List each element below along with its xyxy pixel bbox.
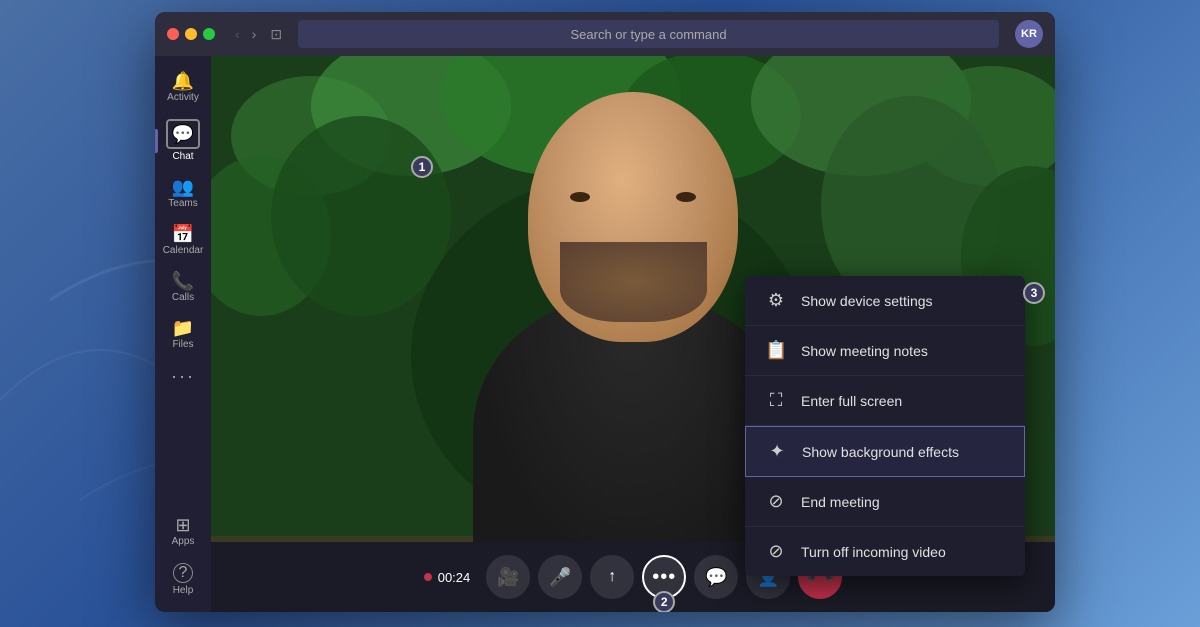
activity-icon: 🔔 <box>172 72 194 90</box>
menu-item-meeting-notes[interactable]: 📋 Show meeting notes <box>745 326 1025 376</box>
gear-icon: ⚙ <box>765 290 787 311</box>
notes-icon: 📋 <box>765 340 787 361</box>
person-right-eye <box>676 192 696 202</box>
sidebar-item-files[interactable]: 📁 Files <box>155 311 211 358</box>
annotation-1: 1 <box>411 156 433 178</box>
sidebar-label-calendar: Calendar <box>163 245 204 256</box>
sidebar-label-files: Files <box>172 339 193 350</box>
camera-icon: 🎥 <box>497 567 519 588</box>
menu-item-end-meeting[interactable]: ⊘ End meeting <box>745 477 1025 527</box>
forward-arrow[interactable]: › <box>248 24 261 44</box>
more-options-wrapper: ••• 2 <box>642 555 686 599</box>
video-off-icon: ⊘ <box>765 541 787 562</box>
sidebar-item-activity[interactable]: 🔔 Activity <box>155 64 211 111</box>
sidebar-item-help[interactable]: ? Help <box>172 555 195 604</box>
share-button[interactable]: ↑ <box>590 555 634 599</box>
person-beard <box>560 242 707 322</box>
sidebar-item-teams[interactable]: 👥 Teams <box>155 170 211 217</box>
calendar-icon: 📅 <box>172 225 194 243</box>
teams-icon: 👥 <box>172 178 194 196</box>
sidebar-item-chat[interactable]: 💬 Chat <box>155 111 211 170</box>
timer-area: 00:24 <box>424 570 471 585</box>
nav-arrows: ‹ › <box>231 24 260 44</box>
record-indicator <box>424 573 432 581</box>
effects-icon: ✦ <box>766 441 788 462</box>
close-button[interactable] <box>167 28 179 40</box>
more-icon: ••• <box>652 566 676 589</box>
sidebar-item-apps[interactable]: ⊞ Apps <box>172 508 195 555</box>
main-window: ‹ › ⊡ Search or type a command KR 🔔 Acti… <box>155 12 1055 612</box>
sidebar-label-calls: Calls <box>172 292 194 303</box>
menu-label-fullscreen: Enter full screen <box>801 393 902 409</box>
sidebar-bottom: ⊞ Apps ? Help <box>172 508 195 612</box>
menu-item-background-effects[interactable]: ✦ Show background effects <box>745 426 1025 477</box>
menu-item-fullscreen[interactable]: ⛶ Enter full screen <box>745 376 1025 426</box>
content-area: 🔔 Activity 💬 Chat 👥 Teams 📅 Calendar 📞 C… <box>155 56 1055 612</box>
person-head <box>528 92 738 342</box>
sidebar-label-apps: Apps <box>172 536 195 547</box>
end-icon: ⊘ <box>765 491 787 512</box>
traffic-lights <box>167 28 215 40</box>
context-menu: ⚙ Show device settings 📋 Show meeting no… <box>745 276 1025 576</box>
apps-icon: ⊞ <box>175 516 190 534</box>
search-bar[interactable]: Search or type a command <box>298 20 999 48</box>
chat-control-button[interactable]: 💬 <box>694 555 738 599</box>
sidebar: 🔔 Activity 💬 Chat 👥 Teams 📅 Calendar 📞 C… <box>155 56 211 612</box>
menu-label-turn-off-video: Turn off incoming video <box>801 544 946 560</box>
search-placeholder: Search or type a command <box>571 27 727 42</box>
chat-icon: 💬 <box>172 124 194 144</box>
camera-button[interactable]: 🎥 <box>486 555 530 599</box>
title-bar: ‹ › ⊡ Search or type a command KR <box>155 12 1055 56</box>
menu-item-turn-off-video[interactable]: ⊘ Turn off incoming video <box>745 527 1025 576</box>
minimize-button[interactable] <box>185 28 197 40</box>
chat-ctrl-icon: 💬 <box>705 567 727 588</box>
chat-active-box: 💬 <box>166 119 200 149</box>
sidebar-label-activity: Activity <box>167 92 199 103</box>
sidebar-label-chat: Chat <box>172 151 193 162</box>
sidebar-label-teams: Teams <box>168 198 197 209</box>
menu-label-device-settings: Show device settings <box>801 293 933 309</box>
mic-button[interactable]: 🎤 <box>538 555 582 599</box>
maximize-button[interactable] <box>203 28 215 40</box>
sidebar-item-calls[interactable]: 📞 Calls <box>155 264 211 311</box>
window-icon: ⊡ <box>270 26 282 43</box>
mic-icon: 🎤 <box>549 567 571 588</box>
share-icon: ↑ <box>608 568 616 586</box>
annotation-3: 3 <box>1023 282 1045 304</box>
sidebar-item-more[interactable]: ··· <box>155 358 211 395</box>
fullscreen-icon: ⛶ <box>765 390 787 411</box>
calls-icon: 📞 <box>172 272 194 290</box>
help-icon: ? <box>173 563 193 583</box>
files-icon: 📁 <box>172 319 194 337</box>
menu-label-background-effects: Show background effects <box>802 444 959 460</box>
timer-display: 00:24 <box>438 570 471 585</box>
person-left-eye <box>570 192 590 202</box>
more-icon: ··· <box>171 366 195 387</box>
sidebar-label-help: Help <box>173 585 194 596</box>
menu-label-end-meeting: End meeting <box>801 494 880 510</box>
annotation-2: 2 <box>653 591 675 612</box>
user-avatar[interactable]: KR <box>1015 20 1043 48</box>
video-area: 1 ⚙ Show device settings 📋 Show meeting … <box>211 56 1055 612</box>
menu-item-device-settings[interactable]: ⚙ Show device settings <box>745 276 1025 326</box>
menu-label-meeting-notes: Show meeting notes <box>801 343 928 359</box>
back-arrow[interactable]: ‹ <box>231 24 244 44</box>
sidebar-item-calendar[interactable]: 📅 Calendar <box>155 217 211 264</box>
